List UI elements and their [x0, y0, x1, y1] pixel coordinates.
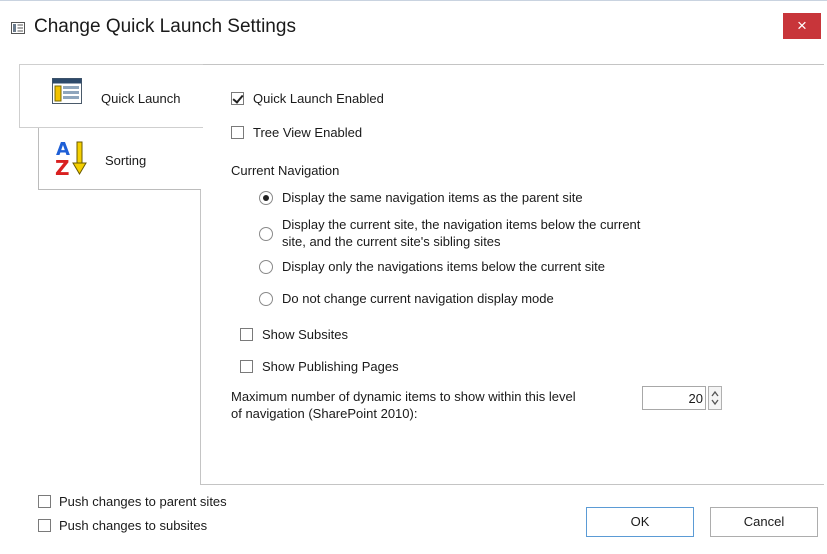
nav-option-below-current-label: Display only the navigations items below… [282, 259, 605, 274]
push-to-subsites-checkbox[interactable] [38, 519, 51, 532]
quick-launch-icon [52, 78, 82, 104]
close-button[interactable]: × [783, 13, 821, 39]
push-to-parent-checkbox[interactable] [38, 495, 51, 508]
quick-launch-enabled-label: Quick Launch Enabled [253, 91, 384, 106]
spinner-arrows-icon [711, 390, 719, 406]
dialog-title: Change Quick Launch Settings [34, 16, 296, 37]
show-subsites-checkbox[interactable] [240, 328, 253, 341]
max-items-label-line2: of navigation (SharePoint 2010): [231, 406, 418, 421]
tree-view-enabled-checkbox[interactable] [231, 126, 244, 139]
tab-sorting[interactable]: A Z Sorting [38, 126, 201, 190]
title-bar: Change Quick Launch Settings × [0, 1, 827, 47]
sort-az-icon: A Z [55, 139, 87, 177]
tab-quick-launch[interactable]: Quick Launch [19, 64, 203, 128]
nav-option-current-and-siblings-label-line1: Display the current site, the navigation… [282, 217, 641, 232]
tab-sorting-label: Sorting [105, 153, 147, 168]
nav-option-current-and-siblings-label-line2: site, and the current site's sibling sit… [282, 234, 501, 249]
cancel-button[interactable]: Cancel [710, 507, 818, 537]
tree-view-enabled-label: Tree View Enabled [253, 125, 363, 140]
list-settings-icon [11, 22, 25, 34]
tab-quick-launch-label: Quick Launch [101, 91, 181, 106]
nav-option-below-current-radio[interactable] [259, 260, 273, 274]
quick-launch-enabled-checkbox[interactable] [231, 92, 244, 105]
push-to-parent-label: Push changes to parent sites [59, 494, 227, 509]
change-quick-launch-dialog: Change Quick Launch Settings × Quick Lau… [0, 0, 827, 554]
close-icon: × [797, 16, 807, 35]
max-items-input[interactable]: 20 [642, 386, 706, 410]
max-items-value: 20 [688, 391, 703, 406]
nav-option-same-as-parent-radio[interactable] [259, 191, 273, 205]
max-items-label-line1: Maximum number of dynamic items to show … [231, 389, 576, 404]
nav-option-current-and-siblings-radio[interactable] [259, 227, 273, 241]
show-publishing-pages-checkbox[interactable] [240, 360, 253, 373]
show-publishing-pages-label: Show Publishing Pages [262, 359, 399, 374]
show-subsites-label: Show Subsites [262, 327, 348, 342]
current-navigation-heading: Current Navigation [231, 163, 340, 178]
max-items-spinner[interactable] [708, 386, 722, 410]
push-to-subsites-label: Push changes to subsites [59, 518, 208, 533]
ok-button[interactable]: OK [586, 507, 694, 537]
nav-option-same-as-parent-label: Display the same navigation items as the… [282, 190, 583, 205]
nav-option-do-not-change-radio[interactable] [259, 292, 273, 306]
nav-option-do-not-change-label: Do not change current navigation display… [282, 291, 554, 306]
svg-text:Z: Z [55, 156, 70, 177]
